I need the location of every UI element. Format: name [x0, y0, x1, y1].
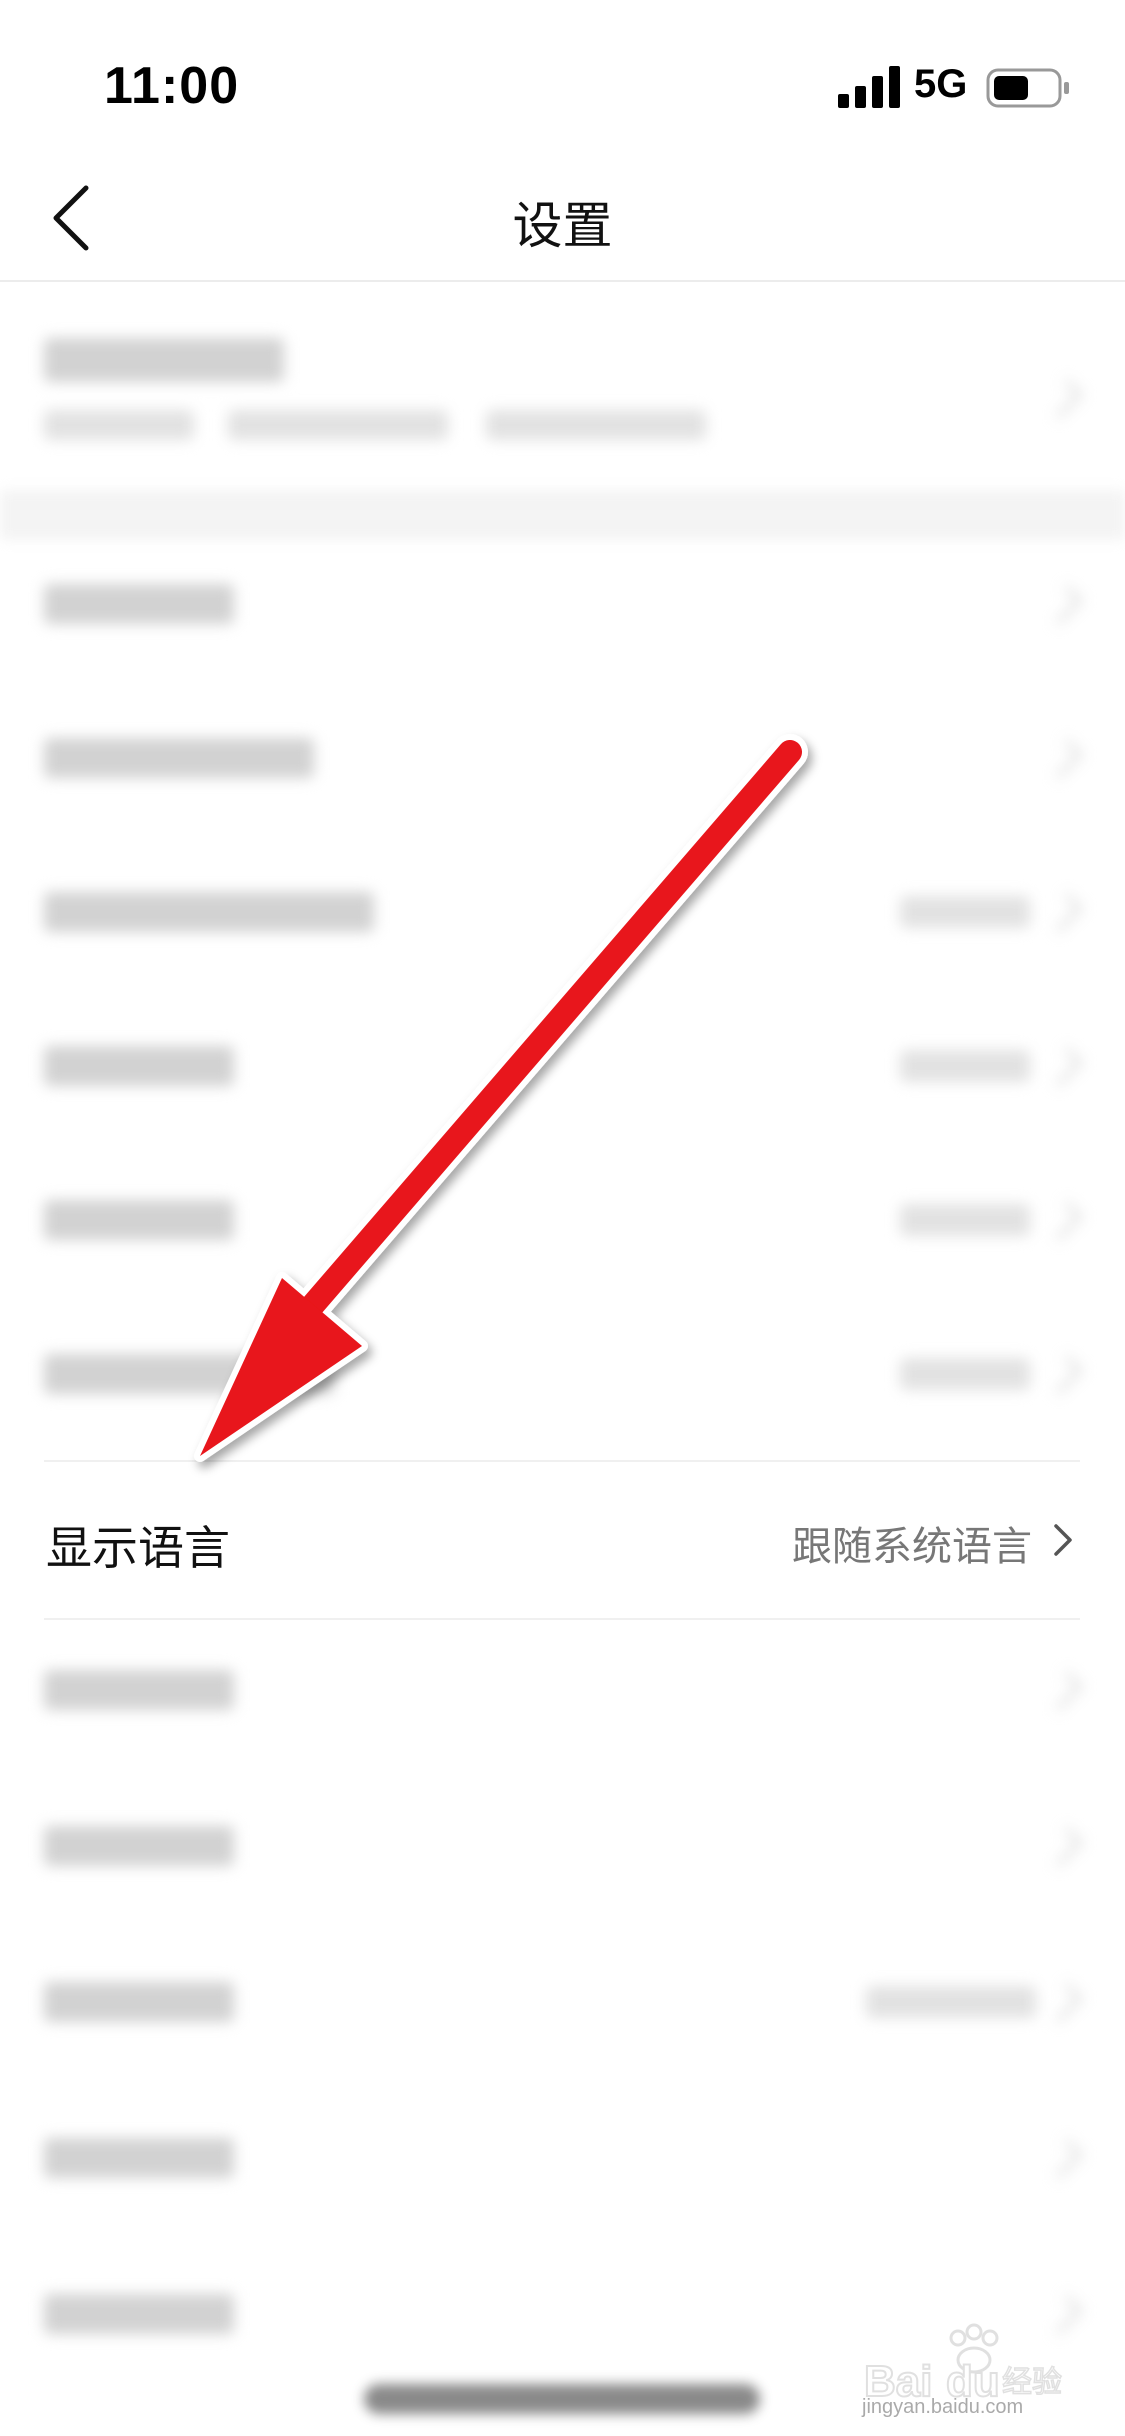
display-language-value: 跟随系统语言: [792, 1524, 1032, 1570]
blurred-account-card: [0, 282, 1125, 490]
network-type: 5G: [914, 62, 968, 106]
blurred-rows-upper: [0, 540, 1125, 1460]
settings-screen: 11:00 5G 设置 显示语言 跟随系统语言 Bai du 经验 jingya…: [0, 0, 1125, 2436]
signal-bars-icon: [838, 66, 900, 108]
home-indicator[interactable]: [364, 2384, 760, 2414]
display-language-label: 显示语言: [46, 1521, 230, 1575]
svg-text:经验: 经验: [1002, 2365, 1062, 2400]
status-time: 11:00: [104, 57, 240, 115]
chevron-right-icon: [1054, 1524, 1072, 1556]
watermark-url: jingyan.baidu.com: [862, 2396, 1024, 2418]
status-bar: 11:00 5G: [0, 0, 1125, 150]
battery-icon: [986, 68, 1069, 108]
section-divider: [0, 490, 1125, 540]
display-language-row[interactable]: 显示语言 跟随系统语言: [44, 1460, 1080, 1620]
nav-bar: 设置: [0, 150, 1125, 282]
blurred-rows-lower: [0, 1618, 1125, 2378]
page-title: 设置: [512, 197, 613, 255]
